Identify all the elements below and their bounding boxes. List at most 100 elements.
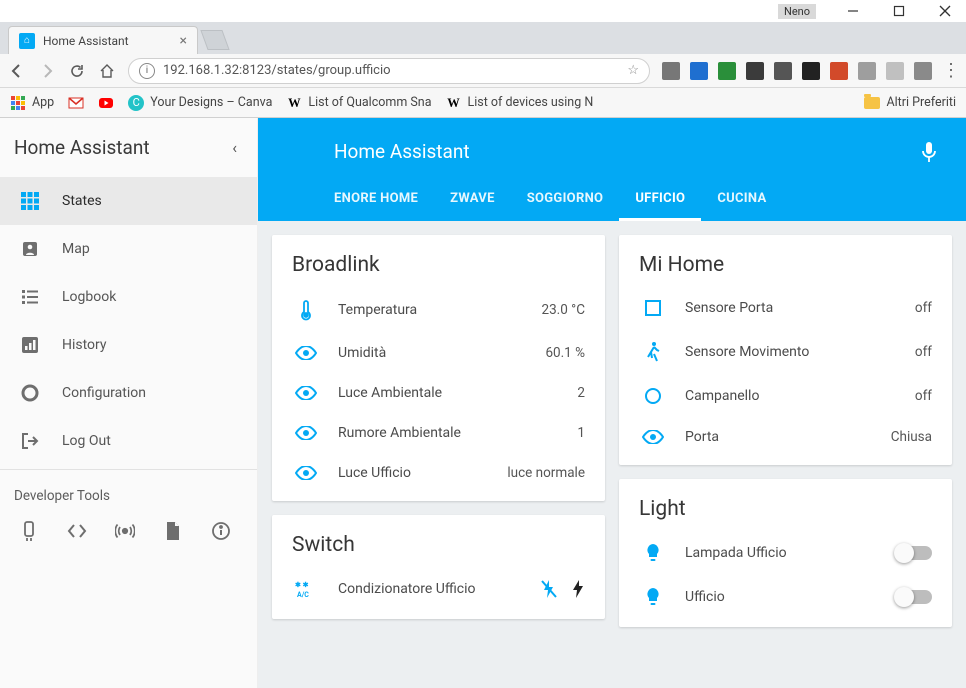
nav-reload-button[interactable] <box>68 63 86 79</box>
devtool-services-icon[interactable] <box>18 520 40 542</box>
card-light: Light Lampada Ufficio Ufficio <box>619 479 952 627</box>
sidebar: Home Assistant ‹ States Map Logbook Hist… <box>0 118 258 688</box>
folder-icon <box>864 97 880 109</box>
sensor-label: Sensore Movimento <box>685 344 915 360</box>
bookmark-apps[interactable]: App <box>10 95 54 111</box>
light-toggle[interactable] <box>896 546 932 560</box>
window-minimize-button[interactable] <box>836 1 870 21</box>
logbook-icon <box>20 287 40 307</box>
sidebar-collapse-button[interactable]: ‹ <box>232 138 237 157</box>
ext-icon-8[interactable] <box>858 62 876 80</box>
site-info-icon[interactable]: i <box>139 63 155 79</box>
browser-menu-button[interactable]: ⋮ <box>942 60 958 81</box>
sensor-label: Campanello <box>685 388 915 404</box>
logout-icon <box>20 431 40 451</box>
app-bar: Home Assistant ENORE HOME ZWAVE SOGGIORN… <box>258 118 966 221</box>
extension-icons: ⋮ <box>662 60 958 81</box>
light-row-ufficio[interactable]: Ufficio <box>639 575 932 619</box>
new-tab-button[interactable] <box>200 30 229 50</box>
bookmarks-bar: App CYour Designs – Canva WList of Qualc… <box>0 88 966 118</box>
bookmark-other[interactable]: Altri Preferiti <box>864 95 956 110</box>
nav-back-button[interactable] <box>8 63 26 79</box>
nav-home-button[interactable] <box>98 63 116 79</box>
sidebar-item-history[interactable]: History <box>0 321 257 369</box>
voice-button[interactable] <box>920 141 938 163</box>
view-tabs: ENORE HOME ZWAVE SOGGIORNO UFFICIO CUCIN… <box>258 179 966 221</box>
switch-row-condizionatore[interactable]: ✱ ✱A/C Condizionatore Ufficio <box>292 567 585 611</box>
card-broadlink: Broadlink Temperatura 23.0 °C Umidità 60… <box>272 235 605 501</box>
tab-soggiorno[interactable]: SOGGIORNO <box>511 179 620 221</box>
sensor-row-rumore-amb[interactable]: Rumore Ambientale 1 <box>292 413 585 453</box>
sensor-row-luce-amb[interactable]: Luce Ambientale 2 <box>292 373 585 413</box>
sidebar-item-label: States <box>62 193 102 209</box>
flash-off-icon[interactable] <box>541 579 557 599</box>
sidebar-divider <box>0 469 257 470</box>
sidebar-item-logbook[interactable]: Logbook <box>0 273 257 321</box>
light-label: Lampada Ufficio <box>685 545 896 561</box>
nav-forward-button[interactable] <box>38 63 56 79</box>
ext-icon-4[interactable] <box>746 62 764 80</box>
devtool-templates-icon[interactable] <box>162 520 184 542</box>
ext-icon-5[interactable] <box>774 62 792 80</box>
sensor-row-temperatura[interactable]: Temperatura 23.0 °C <box>292 287 585 333</box>
light-toggle[interactable] <box>896 590 932 604</box>
sensor-label: Rumore Ambientale <box>338 425 577 441</box>
sensor-row-porta2[interactable]: Porta Chiusa <box>639 417 932 457</box>
sensor-label: Temperatura <box>338 302 542 318</box>
apps-grid-icon <box>10 95 26 111</box>
sensor-value: off <box>915 388 932 404</box>
sensor-value: 23.0 °C <box>542 302 586 318</box>
card-title: Broadlink <box>292 253 585 277</box>
sensor-row-campanello[interactable]: Campanello off <box>639 375 932 417</box>
bookmark-label: List of Qualcomm Sna <box>308 95 431 110</box>
flash-icon[interactable] <box>571 579 585 599</box>
devtool-info-icon[interactable] <box>210 520 232 542</box>
light-row-lampada[interactable]: Lampada Ufficio <box>639 531 932 575</box>
address-bar[interactable]: i 192.168.1.32:8123/states/group.ufficio… <box>128 58 650 84</box>
address-url: 192.168.1.32:8123/states/group.ufficio <box>163 63 391 78</box>
devtool-events-icon[interactable] <box>114 520 136 542</box>
eye-icon <box>292 466 320 480</box>
bookmark-gmail[interactable] <box>68 95 84 111</box>
sensor-row-luce-uff[interactable]: Luce Ufficio luce normale <box>292 453 585 493</box>
devtool-states-icon[interactable] <box>66 520 88 542</box>
devtools-row <box>0 514 257 560</box>
bookmark-youtube[interactable] <box>98 95 114 111</box>
sidebar-item-logout[interactable]: Log Out <box>0 417 257 465</box>
tab-zwave[interactable]: ZWAVE <box>434 179 511 221</box>
sensor-row-porta[interactable]: Sensore Porta off <box>639 287 932 329</box>
sidebar-item-configuration[interactable]: Configuration <box>0 369 257 417</box>
window-user-badge: Neno <box>778 4 816 19</box>
sidebar-item-states[interactable]: States <box>0 177 257 225</box>
svg-text:A/C: A/C <box>297 591 309 599</box>
ext-icon-9[interactable] <box>886 62 904 80</box>
ext-icon-6[interactable] <box>802 62 820 80</box>
sensor-row-movimento[interactable]: Sensore Movimento off <box>639 329 932 375</box>
bookmark-wiki-devices[interactable]: WList of devices using N <box>446 95 594 111</box>
window-maximize-button[interactable] <box>882 1 916 21</box>
tab-cucina[interactable]: CUCINA <box>701 179 782 221</box>
tab-enore-home[interactable]: ENORE HOME <box>318 179 434 221</box>
sensor-label: Sensore Porta <box>685 300 915 316</box>
bookmark-wiki-qualcomm[interactable]: WList of Qualcomm Sna <box>286 95 431 111</box>
map-icon <box>20 239 40 259</box>
tab-close-icon[interactable]: × <box>180 33 187 49</box>
devtools-heading: Developer Tools <box>0 474 257 514</box>
square-outline-icon <box>639 299 667 317</box>
bookmark-star-icon[interactable]: ☆ <box>627 63 639 78</box>
ext-icon-3[interactable] <box>718 62 736 80</box>
sensor-value: luce normale <box>507 465 585 481</box>
bookmark-canva[interactable]: CYour Designs – Canva <box>128 95 272 111</box>
ext-icon-10[interactable] <box>914 62 932 80</box>
ext-icon-7[interactable] <box>830 62 848 80</box>
window-close-button[interactable] <box>928 1 962 21</box>
sidebar-item-map[interactable]: Map <box>0 225 257 273</box>
sensor-row-umidita[interactable]: Umidità 60.1 % <box>292 333 585 373</box>
switch-label: Condizionatore Ufficio <box>338 581 541 597</box>
browser-tab-active[interactable]: ⌂ Home Assistant × <box>8 26 198 54</box>
tab-ufficio[interactable]: UFFICIO <box>619 179 701 221</box>
ext-icon-1[interactable] <box>662 62 680 80</box>
ext-icon-2[interactable] <box>690 62 708 80</box>
youtube-icon <box>98 95 114 111</box>
card-switch: Switch ✱ ✱A/C Condizionatore Ufficio <box>272 515 605 619</box>
